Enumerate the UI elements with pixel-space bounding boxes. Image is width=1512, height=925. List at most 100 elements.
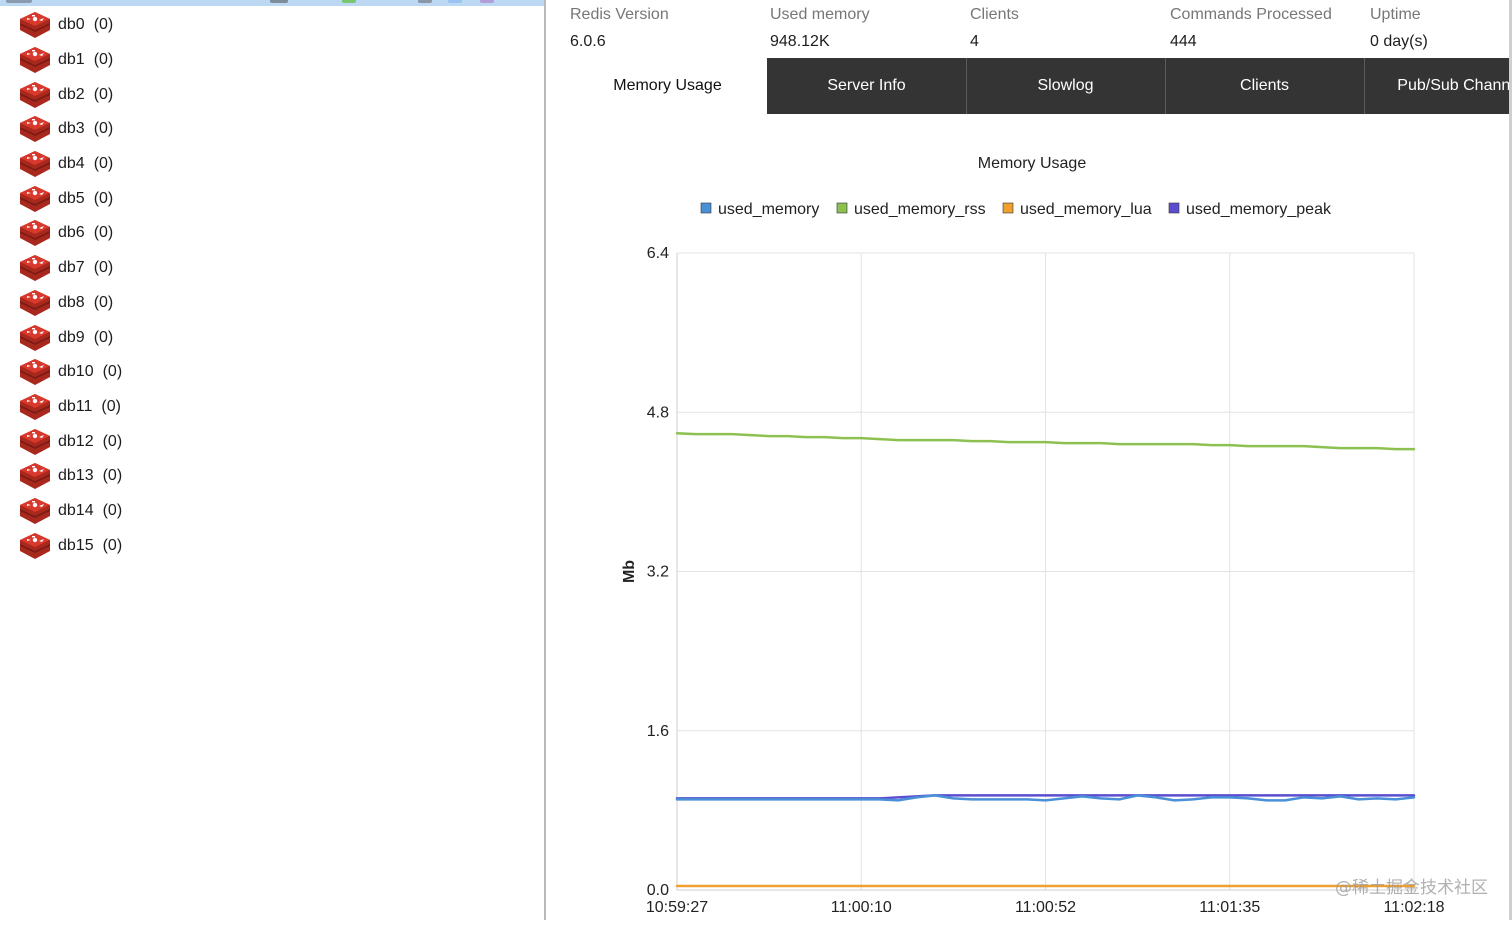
redis-database-icon	[18, 427, 58, 457]
stat-value: 0 day(s)	[1370, 33, 1428, 50]
redis-database-icon	[18, 10, 58, 40]
redis-database-icon	[18, 184, 58, 214]
stat-uptime: Uptime 0 day(s)	[1370, 6, 1428, 51]
legend-label-used_memory_lua: used_memory_lua	[1020, 201, 1152, 218]
chart-title: Memory Usage	[978, 155, 1087, 172]
database-name: db6	[58, 224, 85, 242]
database-name: db15	[58, 536, 94, 554]
redis-database-icon	[18, 114, 58, 144]
legend-label-used_memory_rss: used_memory_rss	[854, 201, 986, 218]
y-axis-label: Mb	[621, 560, 638, 583]
toolbar-button[interactable]	[270, 0, 288, 3]
database-name: db4	[58, 155, 85, 173]
database-item-db5[interactable]: db5 (0)	[18, 181, 122, 216]
database-item-db1[interactable]: db1 (0)	[18, 43, 122, 78]
redis-database-icon	[18, 149, 58, 179]
watermark-text: @稀土掘金技术社区	[1335, 878, 1488, 898]
selected-connection-bar[interactable]	[0, 0, 544, 6]
redis-database-icon	[18, 253, 58, 283]
toolbar-button[interactable]	[448, 0, 462, 3]
database-item-db8[interactable]: db8 (0)	[18, 286, 122, 321]
database-name: db12	[58, 432, 94, 450]
server-status-panel: Redis Version 6.0.6 Used memory 948.12K Clie…	[548, 0, 1512, 920]
x-tick-label: 11:02:18	[1383, 899, 1444, 916]
redis-database-icon	[18, 218, 58, 248]
redis-database-icon	[18, 80, 58, 110]
database-key-count: (0)	[102, 467, 123, 485]
database-item-db4[interactable]: db4 (0)	[18, 147, 122, 182]
database-key-count: (0)	[93, 224, 114, 242]
settings-icon[interactable]	[418, 0, 432, 3]
tab-separator	[1364, 58, 1365, 114]
database-item-db14[interactable]: db14 (0)	[18, 494, 122, 529]
database-key-count: (0)	[102, 501, 123, 519]
redis-database-icon	[18, 323, 58, 353]
legend-swatch-used_memory_rss	[836, 202, 848, 214]
database-name: db3	[58, 120, 85, 138]
database-key-count: (0)	[93, 189, 114, 207]
database-name: db10	[58, 363, 94, 381]
database-name: db1	[58, 51, 85, 69]
y-tick-label: 1.6	[647, 723, 669, 740]
tab-slowlog[interactable]: Slowlog	[966, 58, 1165, 114]
database-list: db0 (0) db1 (0) db2 (0) db3 (0) db4 (0) db5 (0…	[18, 8, 122, 563]
database-item-db7[interactable]: db7 (0)	[18, 251, 122, 286]
database-key-count: (0)	[102, 536, 123, 554]
tab-pub-sub-channels[interactable]: Pub/Sub Channels	[1364, 58, 1512, 114]
redis-database-icon	[18, 288, 58, 318]
database-key-count: (0)	[102, 363, 123, 381]
legend-label-used_memory: used_memory	[718, 201, 819, 218]
database-item-db6[interactable]: db6 (0)	[18, 216, 122, 251]
database-item-db0[interactable]: db0 (0)	[18, 8, 122, 43]
tab-server-info[interactable]: Server Info	[767, 58, 966, 114]
stat-used-memory: Used memory 948.12K	[770, 6, 870, 51]
redis-database-icon	[18, 461, 58, 491]
y-tick-label: 3.2	[647, 564, 669, 581]
database-item-db13[interactable]: db13 (0)	[18, 459, 122, 494]
tab-memory-usage[interactable]: Memory Usage	[568, 58, 767, 114]
status-tabs: Memory Usage Server Info Slowlog Clients Pub…	[568, 58, 1512, 114]
database-key-count: (0)	[93, 85, 114, 103]
legend-label-used_memory_peak: used_memory_peak	[1186, 201, 1332, 218]
database-name: db14	[58, 501, 94, 519]
stat-value: 948.12K	[770, 33, 830, 50]
database-item-db3[interactable]: db3 (0)	[18, 112, 122, 147]
database-key-count: (0)	[93, 293, 114, 311]
connection-tree-sidebar: db0 (0) db1 (0) db2 (0) db3 (0) db4 (0) db5 (0…	[0, 0, 546, 920]
database-item-db9[interactable]: db9 (0)	[18, 320, 122, 355]
stat-label: Used memory	[770, 6, 870, 23]
stat-value: 444	[1170, 33, 1197, 50]
redis-database-icon	[18, 392, 58, 422]
stat-value: 6.0.6	[570, 33, 606, 50]
legend-swatch-used_memory_lua	[1002, 202, 1014, 214]
memory-usage-chart-svg: Memory Usage used_memory used_memory_rss us…	[621, 155, 1445, 916]
database-key-count: (0)	[101, 397, 121, 415]
redis-database-icon	[18, 496, 58, 526]
database-item-db11[interactable]: db11 (0)	[18, 390, 122, 425]
stat-commands-processed: Commands Processed 444	[1170, 6, 1332, 51]
toolbar-button[interactable]	[480, 0, 494, 3]
database-item-db12[interactable]: db12 (0)	[18, 424, 122, 459]
database-name: db11	[58, 397, 93, 415]
stat-label: Redis Version	[570, 6, 669, 23]
database-item-db10[interactable]: db10 (0)	[18, 355, 122, 390]
database-key-count: (0)	[93, 16, 114, 34]
y-tick-label: 6.4	[647, 245, 669, 262]
x-tick-label: 11:00:10	[831, 899, 892, 916]
database-key-count: (0)	[93, 51, 114, 69]
toolbar-button[interactable]	[6, 0, 32, 3]
tab-clients[interactable]: Clients	[1165, 58, 1364, 114]
database-item-db2[interactable]: db2 (0)	[18, 77, 122, 112]
stat-label: Clients	[970, 6, 1019, 23]
legend-swatch-used_memory	[700, 202, 712, 214]
database-key-count: (0)	[93, 120, 114, 138]
database-name: db2	[58, 85, 85, 103]
database-key-count: (0)	[93, 155, 114, 173]
redis-database-icon	[18, 45, 58, 75]
x-tick-label: 11:00:52	[1015, 899, 1076, 916]
database-name: db7	[58, 259, 85, 277]
stat-label: Commands Processed	[1170, 6, 1332, 23]
database-item-db15[interactable]: db15 (0)	[18, 528, 122, 563]
database-name: db5	[58, 189, 85, 207]
legend-swatch-used_memory_peak	[1168, 202, 1180, 214]
